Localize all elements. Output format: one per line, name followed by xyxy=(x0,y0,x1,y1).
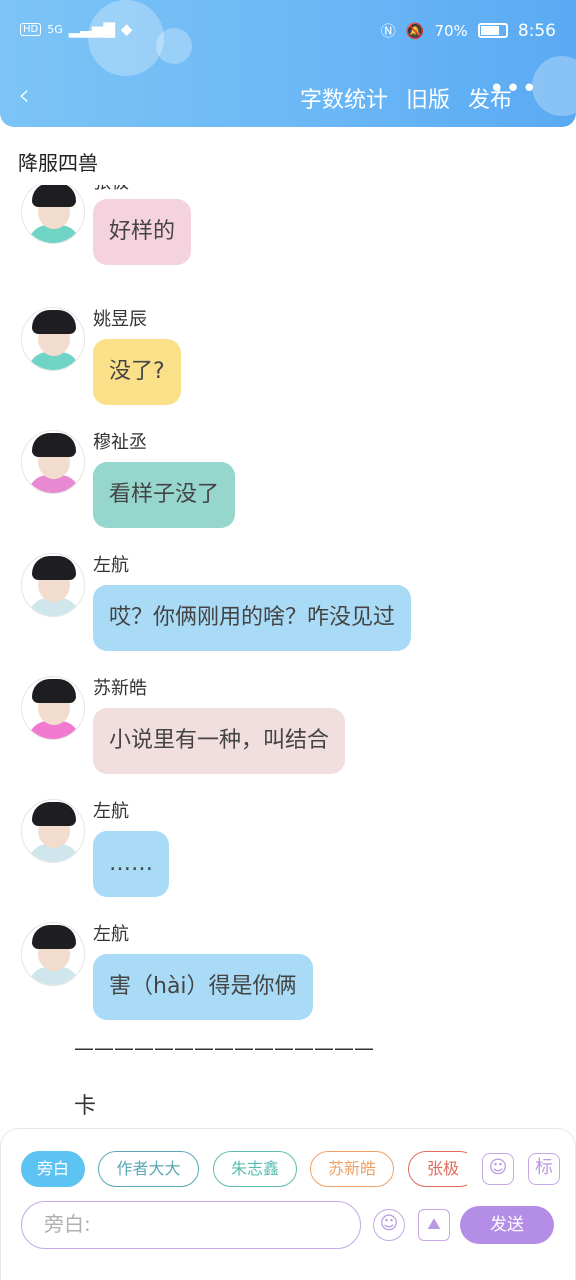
message-bubble[interactable]: 哎？你俩刚用的啥？咋没见过 xyxy=(93,585,412,651)
avatar-hair xyxy=(32,556,76,580)
narration-text: 卡 xyxy=(74,1094,97,1119)
battery-percent: 70% xyxy=(434,21,468,40)
image-icon[interactable]: ⛰ xyxy=(418,1209,450,1241)
separator-line: ——————————————— xyxy=(74,1036,374,1060)
avatar-hair xyxy=(32,925,76,949)
role-chip[interactable]: 苏新皓 xyxy=(310,1151,394,1187)
compose-panel: 旁白 作者大大 朱志鑫 苏新皓 张极 ☺ 标 旁白: ☺ ⛰ 发送 xyxy=(0,1128,576,1280)
role-chip[interactable]: 张极 xyxy=(408,1151,467,1187)
more-button[interactable]: ••• xyxy=(489,74,538,104)
old-version-button[interactable]: 旧版 xyxy=(406,82,450,114)
person-icon[interactable]: ☺ xyxy=(482,1153,514,1185)
avatar[interactable] xyxy=(21,553,85,617)
avatar-hair xyxy=(32,802,76,826)
send-button[interactable]: 发送 xyxy=(460,1206,554,1244)
chat-list[interactable]: 张极 好样的 姚昱辰 没了? 穆祉丞 看样子没了 左航 哎？你俩刚用的啥？咋没见… xyxy=(0,185,576,1125)
signal-icon: ▂▃▅▇ xyxy=(68,20,115,38)
avatar[interactable] xyxy=(21,799,85,863)
nfc-icon: Ⓝ xyxy=(380,22,396,40)
avatar[interactable] xyxy=(21,185,85,244)
page-title: 降服四兽 xyxy=(18,151,98,175)
avatar[interactable] xyxy=(21,430,85,494)
qq-icon: ◆ xyxy=(120,20,133,38)
message-bubble[interactable]: 好样的 xyxy=(93,199,192,265)
sender-name: 左航 xyxy=(93,924,129,945)
sender-name: 张极 xyxy=(93,185,129,194)
nav-bar: ‹ 字数统计 旧版 发布 ••• xyxy=(0,74,576,118)
avatar[interactable] xyxy=(21,676,85,740)
sender-name: 姚昱辰 xyxy=(93,309,147,330)
role-chip-author[interactable]: 作者大大 xyxy=(98,1151,199,1187)
sender-name: 穆祉丞 xyxy=(93,432,147,453)
avatar[interactable] xyxy=(21,922,85,986)
message-bubble[interactable]: 小说里有一种，叫结合 xyxy=(93,708,346,774)
message-bubble[interactable]: 没了? xyxy=(93,339,181,405)
message-input[interactable]: 旁白: xyxy=(21,1201,361,1249)
sender-name: 左航 xyxy=(93,801,129,822)
avatar-hair xyxy=(32,185,76,207)
status-bar: HD 5G ▂▃▅▇ ◆ Ⓝ 🔕 70% 8:56 xyxy=(0,18,576,46)
tag-icon[interactable]: 标 xyxy=(528,1153,560,1185)
top-bar: HD 5G ▂▃▅▇ ◆ Ⓝ 🔕 70% 8:56 ‹ 字数统计 旧版 发布 •… xyxy=(0,0,576,127)
back-button[interactable]: ‹ xyxy=(18,78,30,113)
word-count-button[interactable]: 字数统计 xyxy=(300,82,388,114)
avatar-hair xyxy=(32,310,76,334)
role-chip[interactable]: 朱志鑫 xyxy=(213,1151,297,1187)
avatar-hair xyxy=(32,679,76,703)
network-label: 5G xyxy=(47,22,63,36)
battery-icon xyxy=(477,23,508,38)
role-chip-narrator[interactable]: 旁白 xyxy=(21,1151,85,1187)
role-chip-list[interactable]: 旁白 作者大大 朱志鑫 苏新皓 张极 xyxy=(21,1151,467,1189)
message-bubble[interactable]: …… xyxy=(93,831,169,897)
emoji-icon[interactable]: ☺ xyxy=(373,1209,405,1241)
avatar-hair xyxy=(32,433,76,457)
sender-name: 苏新皓 xyxy=(93,678,147,699)
message-bubble[interactable]: 看样子没了 xyxy=(93,462,236,528)
mute-icon: 🔕 xyxy=(405,21,425,40)
clock: 8:56 xyxy=(517,20,556,41)
message-bubble[interactable]: 害（hài）得是你俩 xyxy=(93,954,313,1020)
sender-name: 左航 xyxy=(93,555,129,576)
avatar[interactable] xyxy=(21,307,85,371)
hd-icon: HD xyxy=(20,22,42,36)
